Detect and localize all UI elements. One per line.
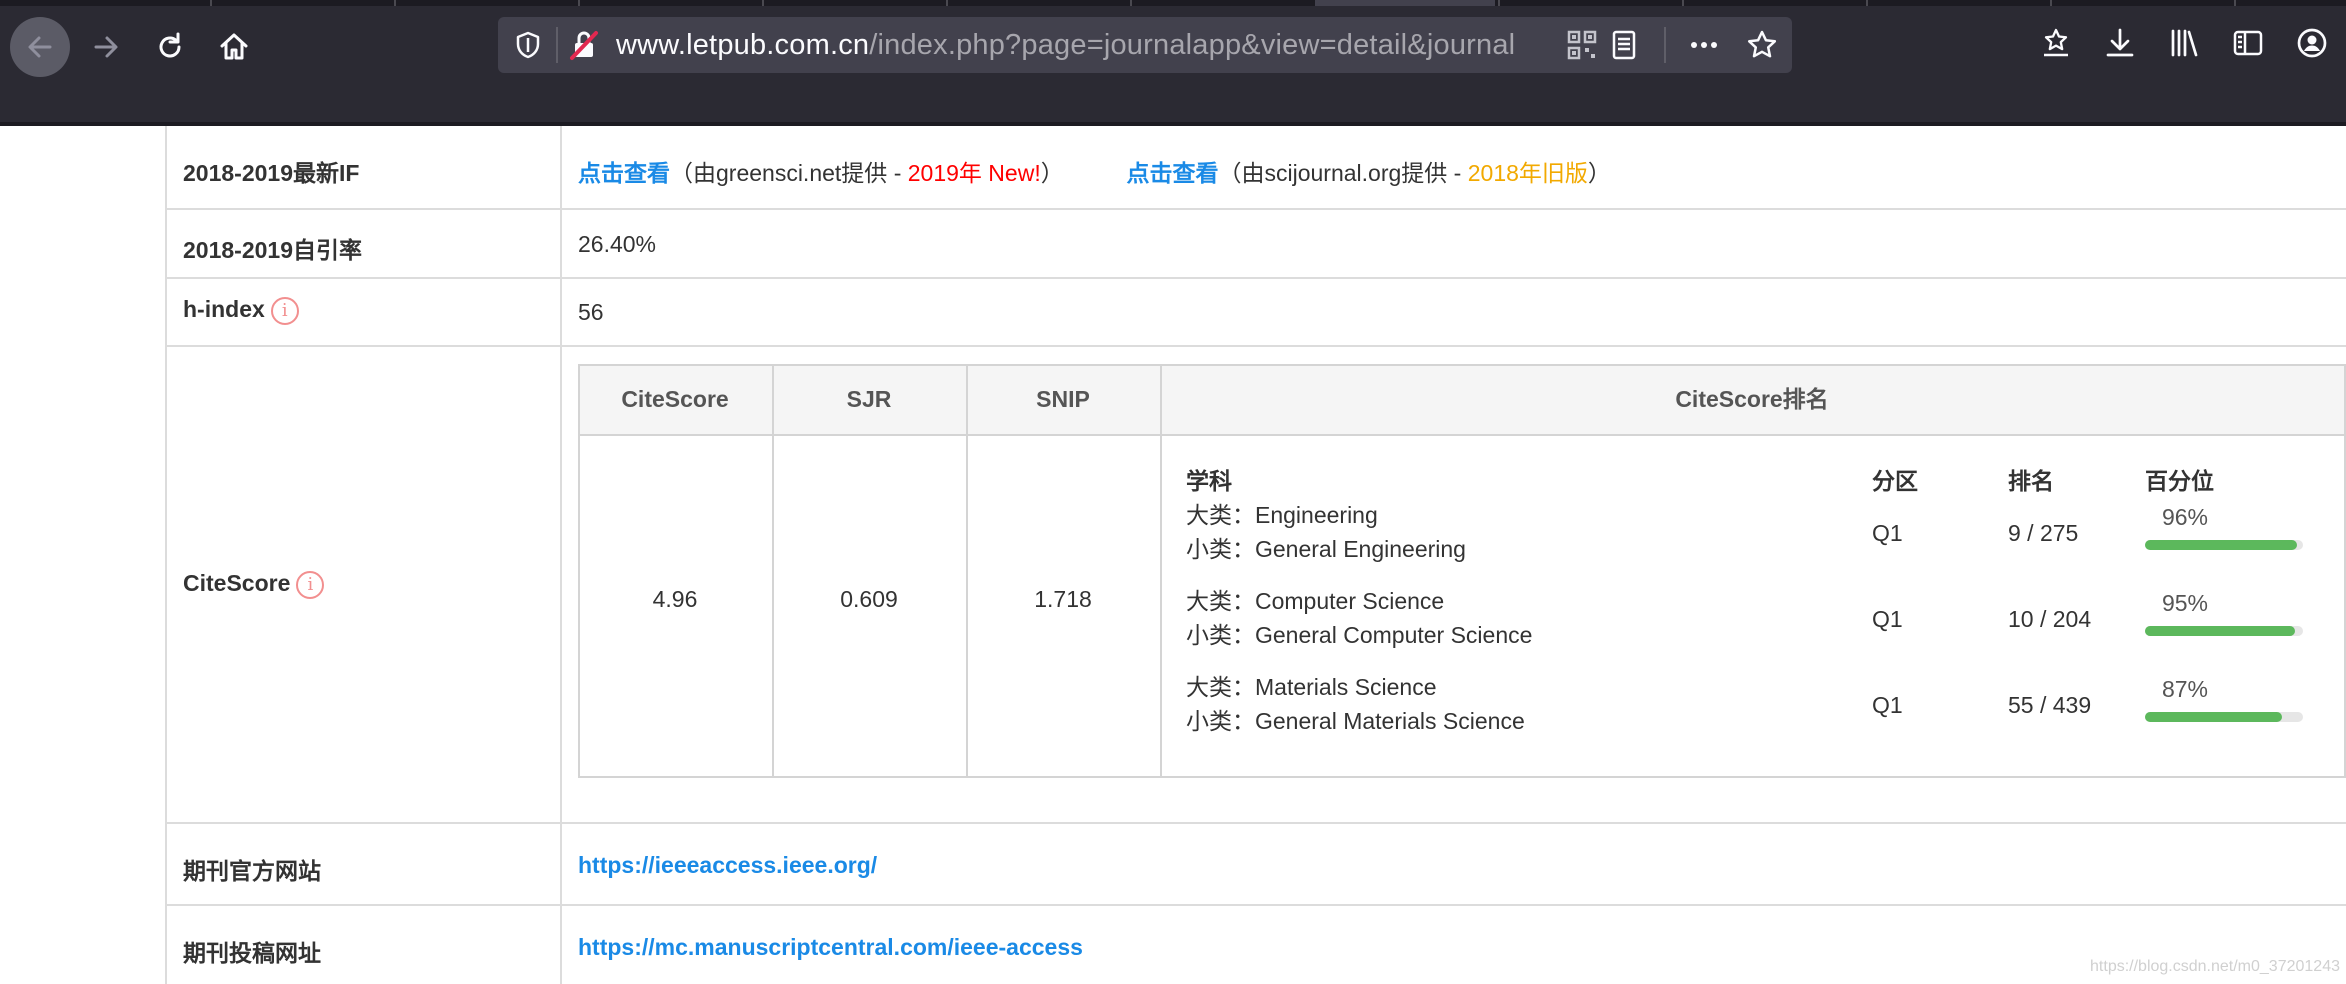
submit-label: 期刊投稿网址 [183, 940, 321, 966]
bookmark-star-icon[interactable] [1746, 29, 1778, 61]
ranking-major-subject: 大类：Engineering [1186, 502, 1378, 528]
if-scijournal-source: （由scijournal.org提供 - [1218, 160, 1468, 186]
citescore-rank-header: CiteScore排名 [1675, 386, 1829, 412]
ranking-percentile-label: 87% [2161, 676, 2208, 702]
hindex-value: 56 [578, 299, 604, 325]
ranking-major-subject: 大类：Computer Science [1186, 588, 1445, 614]
ranking-percentile-label: 95% [2161, 590, 2208, 616]
ranking-major-subject: 大类：Materials Science [1186, 674, 1437, 700]
ranking-quartile: Q1 [1872, 520, 1903, 546]
arrow-right-icon [94, 36, 118, 58]
more-actions-icon[interactable] [1688, 29, 1720, 61]
ranking-minor-subject: 小类：General Engineering [1186, 536, 1466, 562]
info-icon[interactable]: i [296, 570, 325, 599]
if-greensci-close: ） [1040, 160, 1064, 186]
snip-value: 1.718 [1034, 586, 1092, 612]
download-icon[interactable] [2104, 27, 2136, 59]
percentile-bar-fill [2145, 626, 2296, 636]
citescore-label: CiteScore i [183, 570, 325, 599]
reload-button[interactable] [140, 17, 200, 77]
ranking-minor-subject: 小类：General Materials Science [1186, 708, 1525, 734]
snip-header: SNIP [1036, 386, 1090, 412]
submit-link[interactable]: https://mc.manuscriptcentral.com/ieee-ac… [578, 934, 1083, 961]
percentile-bar-fill [2145, 540, 2297, 550]
shield-icon[interactable] [512, 29, 544, 61]
if-value: 点击查看（由greensci.net提供 - 2019年 New!） 点击查看（… [578, 154, 1611, 188]
ranking-quartile: Q1 [1872, 606, 1903, 632]
selfcite-label: 2018-2019自引率 [183, 237, 362, 263]
url-path: /index.php?page=journalapp&view=detail&j… [869, 29, 1516, 61]
arrow-left-icon [28, 36, 52, 58]
library-icon[interactable] [2168, 27, 2200, 59]
percentile-bar [2145, 540, 2303, 550]
sjr-value: 0.609 [840, 586, 898, 612]
if-old-badge: 2018年旧版 [1467, 160, 1588, 186]
website-link[interactable]: https://ieeeaccess.ieee.org/ [578, 852, 877, 879]
if-greensci-source: （由greensci.net提供 - [670, 160, 908, 186]
pocket-save-icon[interactable] [2040, 27, 2072, 59]
journal-detail-table: 2018-2019最新IF 点击查看（由greensci.net提供 - 201… [0, 126, 2346, 984]
home-button[interactable] [204, 17, 264, 77]
tab-strip [0, 0, 2346, 6]
percentile-bar [2145, 712, 2303, 722]
citescore-value: 4.96 [652, 586, 698, 612]
if-scijournal-link[interactable]: 点击查看 [1127, 160, 1219, 186]
ranking-percentile-label: 96% [2161, 504, 2208, 530]
forward-button[interactable] [76, 17, 136, 77]
percentile-header: 百分位 [2145, 468, 2214, 494]
ranking-minor-subject: 小类：General Computer Science [1186, 622, 1533, 648]
url-host: www.letpub.com.cn [616, 29, 870, 61]
reload-icon [159, 32, 181, 58]
hindex-label: h-index i [183, 296, 299, 325]
qr-code-icon[interactable] [1566, 29, 1598, 61]
citescore-table: CiteScore SJR SNIP CiteScore排名 4.96 0.60… [578, 364, 2346, 778]
sidebar-icon[interactable] [2232, 27, 2264, 59]
reader-view-icon[interactable] [1608, 29, 1640, 61]
citescore-label-text: CiteScore [183, 570, 291, 596]
info-icon[interactable]: i [270, 296, 299, 325]
if-scijournal-close: ） [1587, 160, 1611, 186]
percentile-bar [2145, 626, 2303, 636]
browser-toolbar: www.letpub.com.cn/index.php?page=journal… [0, 0, 2346, 126]
sjr-header: SJR [846, 386, 892, 412]
back-button[interactable] [10, 17, 70, 77]
rank-header: 排名 [2008, 468, 2054, 494]
citescore-header: CiteScore [621, 386, 729, 412]
if-new-badge: 2019年 New! [907, 160, 1041, 186]
if-label: 2018-2019最新IF [183, 160, 360, 186]
active-tab[interactable] [1315, 0, 1495, 6]
hindex-label-text: h-index [183, 296, 265, 322]
url-bar[interactable]: www.letpub.com.cn/index.php?page=journal… [498, 17, 1792, 73]
insecure-lock-icon[interactable] [568, 29, 600, 61]
url-text[interactable]: www.letpub.com.cn/index.php?page=journal… [616, 29, 1546, 62]
percentile-bar-fill [2145, 712, 2283, 722]
watermark: https://blog.csdn.net/m0_37201243 [2090, 958, 2340, 975]
ranking-quartile: Q1 [1872, 692, 1903, 718]
quartile-header: 分区 [1872, 468, 1918, 494]
account-icon[interactable] [2296, 27, 2328, 59]
website-label: 期刊官方网站 [183, 858, 321, 884]
if-greensci-link[interactable]: 点击查看 [578, 160, 670, 186]
home-icon [220, 33, 248, 60]
selfcite-value: 26.40% [578, 231, 657, 257]
subject-header: 学科 [1186, 468, 1232, 494]
